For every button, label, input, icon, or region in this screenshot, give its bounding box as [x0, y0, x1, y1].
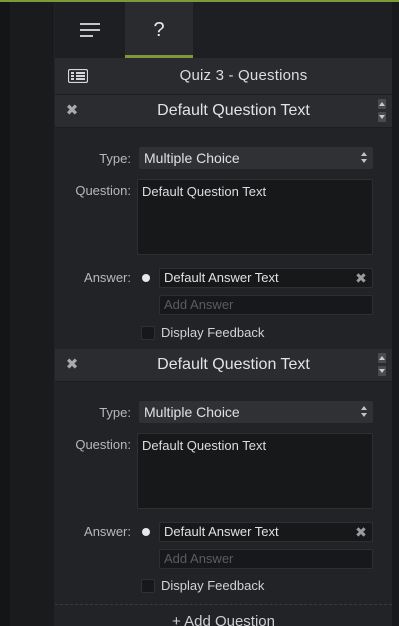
app-root: ? Quiz 3 - Questions ✖ Default Question … [0, 0, 399, 626]
delete-answer-icon[interactable]: ✖ [354, 524, 368, 540]
display-feedback-label: Display Feedback [161, 325, 265, 340]
answer-label: Answer: [84, 524, 131, 539]
correct-answer-radio[interactable] [142, 528, 150, 536]
question-title: Default Question Text [157, 356, 310, 373]
delete-question-icon[interactable]: ✖ [65, 103, 79, 118]
type-label: Type: [99, 151, 131, 166]
move-up-button[interactable] [378, 99, 386, 109]
left-edge [0, 2, 10, 626]
question-label: Question: [75, 437, 131, 452]
type-select-value: Multiple Choice [144, 150, 240, 166]
delete-question-icon[interactable]: ✖ [65, 357, 79, 372]
properties-panel: ? Quiz 3 - Questions ✖ Default Question … [55, 2, 392, 626]
quiz-title: Quiz 3 - Questions [179, 67, 308, 84]
section-divider [55, 604, 392, 605]
tab-bar: ? [55, 2, 392, 58]
display-feedback-checkbox[interactable] [141, 326, 155, 340]
question-block: ✖ Default Question Text Type: Multiple C… [55, 95, 392, 349]
delete-answer-icon[interactable]: ✖ [354, 270, 368, 286]
tab-properties[interactable] [55, 2, 125, 58]
type-select[interactable]: Multiple Choice [139, 401, 373, 423]
select-arrows-icon [361, 151, 367, 165]
question-textarea[interactable]: Default Question Text [137, 433, 373, 509]
quiz-header: Quiz 3 - Questions [55, 58, 392, 95]
display-feedback-label: Display Feedback [161, 578, 265, 593]
answer-field[interactable]: Default Answer Text ✖ [159, 522, 373, 542]
question-header[interactable]: ✖ Default Question Text [55, 349, 392, 382]
type-select-value: Multiple Choice [144, 404, 240, 420]
answer-field[interactable]: Default Answer Text ✖ [159, 268, 373, 288]
type-select[interactable]: Multiple Choice [139, 147, 373, 169]
quiz-list-icon [68, 69, 88, 83]
reorder-controls [378, 99, 386, 123]
question-textarea[interactable]: Default Question Text [137, 179, 373, 255]
add-answer-input[interactable]: Add Answer [159, 549, 373, 569]
add-question-button[interactable]: + Add Question [55, 610, 392, 626]
move-down-button[interactable] [378, 366, 386, 376]
select-arrows-icon [361, 405, 367, 419]
answer-text: Default Answer Text [164, 270, 279, 285]
right-edge [392, 2, 399, 626]
move-up-button[interactable] [378, 353, 386, 363]
answer-text: Default Answer Text [164, 524, 279, 539]
question-header[interactable]: ✖ Default Question Text [55, 95, 392, 128]
correct-answer-radio[interactable] [142, 274, 150, 282]
left-rail [10, 2, 55, 626]
type-label: Type: [99, 405, 131, 420]
move-down-button[interactable] [378, 112, 386, 122]
answer-label: Answer: [84, 270, 131, 285]
question-label: Question: [75, 183, 131, 198]
display-feedback-checkbox[interactable] [141, 579, 155, 593]
add-answer-input[interactable]: Add Answer [159, 295, 373, 315]
tab-help[interactable]: ? [125, 2, 193, 58]
question-block: ✖ Default Question Text Type: Multiple C… [55, 349, 392, 603]
hamburger-icon [80, 23, 100, 37]
reorder-controls [378, 353, 386, 377]
question-title: Default Question Text [157, 102, 310, 119]
help-tab-label: ? [153, 18, 165, 41]
